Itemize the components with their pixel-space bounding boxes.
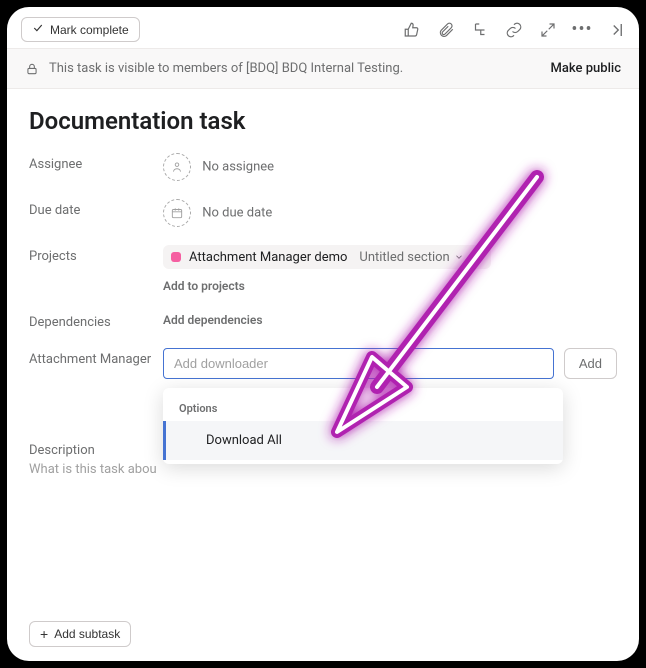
expand-icon[interactable] [539,21,557,39]
project-name: Attachment Manager demo [189,250,347,265]
toolbar-right: ••• [403,21,625,39]
description-placeholder[interactable]: What is this task abou [29,462,617,477]
assignee-value[interactable]: No assignee [163,153,617,181]
due-date-text: No due date [202,206,272,221]
project-section-label: Untitled section [359,250,449,265]
calendar-icon [163,199,191,227]
dependencies-value: Add dependencies [163,311,617,327]
add-subtask-label: Add subtask [54,627,120,641]
more-icon[interactable]: ••• [573,21,591,39]
due-date-label: Due date [29,199,163,218]
link-icon[interactable] [505,21,523,39]
add-subtask-button[interactable]: + Add subtask [29,621,131,647]
due-date-value[interactable]: No due date [163,199,617,227]
remove-project-icon[interactable]: × [476,249,483,265]
dropdown-item-download-all[interactable]: Download All [163,421,563,460]
dropdown-header: Options [163,396,563,421]
projects-row: Projects Attachment Manager demo Untitle… [29,245,617,293]
bottom-bar: + Add subtask [29,621,131,647]
subtask-icon[interactable] [471,21,489,39]
task-pane: Mark complete ••• [7,7,639,661]
attachment-manager-label: Attachment Manager [29,348,163,367]
attachment-manager-value: Add Options Download All [163,348,617,379]
project-chip[interactable]: Attachment Manager demo Untitled section… [163,245,491,269]
close-panel-icon[interactable] [607,21,625,39]
assignee-label: Assignee [29,153,163,172]
attachment-manager-row: Attachment Manager Add Options Download … [29,348,617,379]
description-label: Description [29,439,163,458]
add-to-projects-button[interactable]: Add to projects [163,279,617,293]
assignee-row: Assignee No assignee [29,153,617,181]
dependencies-row: Dependencies Add dependencies [29,311,617,330]
task-title[interactable]: Documentation task [29,107,617,135]
project-color-swatch [171,252,181,262]
top-toolbar: Mark complete ••• [7,7,639,48]
thumbs-up-icon[interactable] [403,21,421,39]
make-public-button[interactable]: Make public [551,61,621,76]
check-icon [32,22,44,37]
dependencies-label: Dependencies [29,311,163,330]
mark-complete-label: Mark complete [50,23,129,37]
task-content: Documentation task Assignee No assignee … [7,89,639,495]
chevron-down-icon [454,252,464,262]
due-date-row: Due date No due date [29,199,617,227]
projects-label: Projects [29,245,163,264]
add-dependencies-button[interactable]: Add dependencies [163,311,617,327]
project-section-selector[interactable]: Untitled section [359,250,463,265]
visibility-message: This task is visible to members of [BDQ]… [49,61,403,76]
plus-icon: + [40,627,48,641]
attachment-manager-dropdown: Options Download All [163,388,563,464]
mark-complete-button[interactable]: Mark complete [21,17,140,42]
person-icon [163,153,191,181]
projects-value: Attachment Manager demo Untitled section… [163,245,617,293]
lock-icon [25,62,39,76]
assignee-text: No assignee [202,160,274,175]
attachment-manager-add-button[interactable]: Add [564,348,617,379]
attachment-icon[interactable] [437,21,455,39]
attachment-manager-input[interactable] [163,348,554,379]
visibility-bar: This task is visible to members of [BDQ]… [7,48,639,89]
